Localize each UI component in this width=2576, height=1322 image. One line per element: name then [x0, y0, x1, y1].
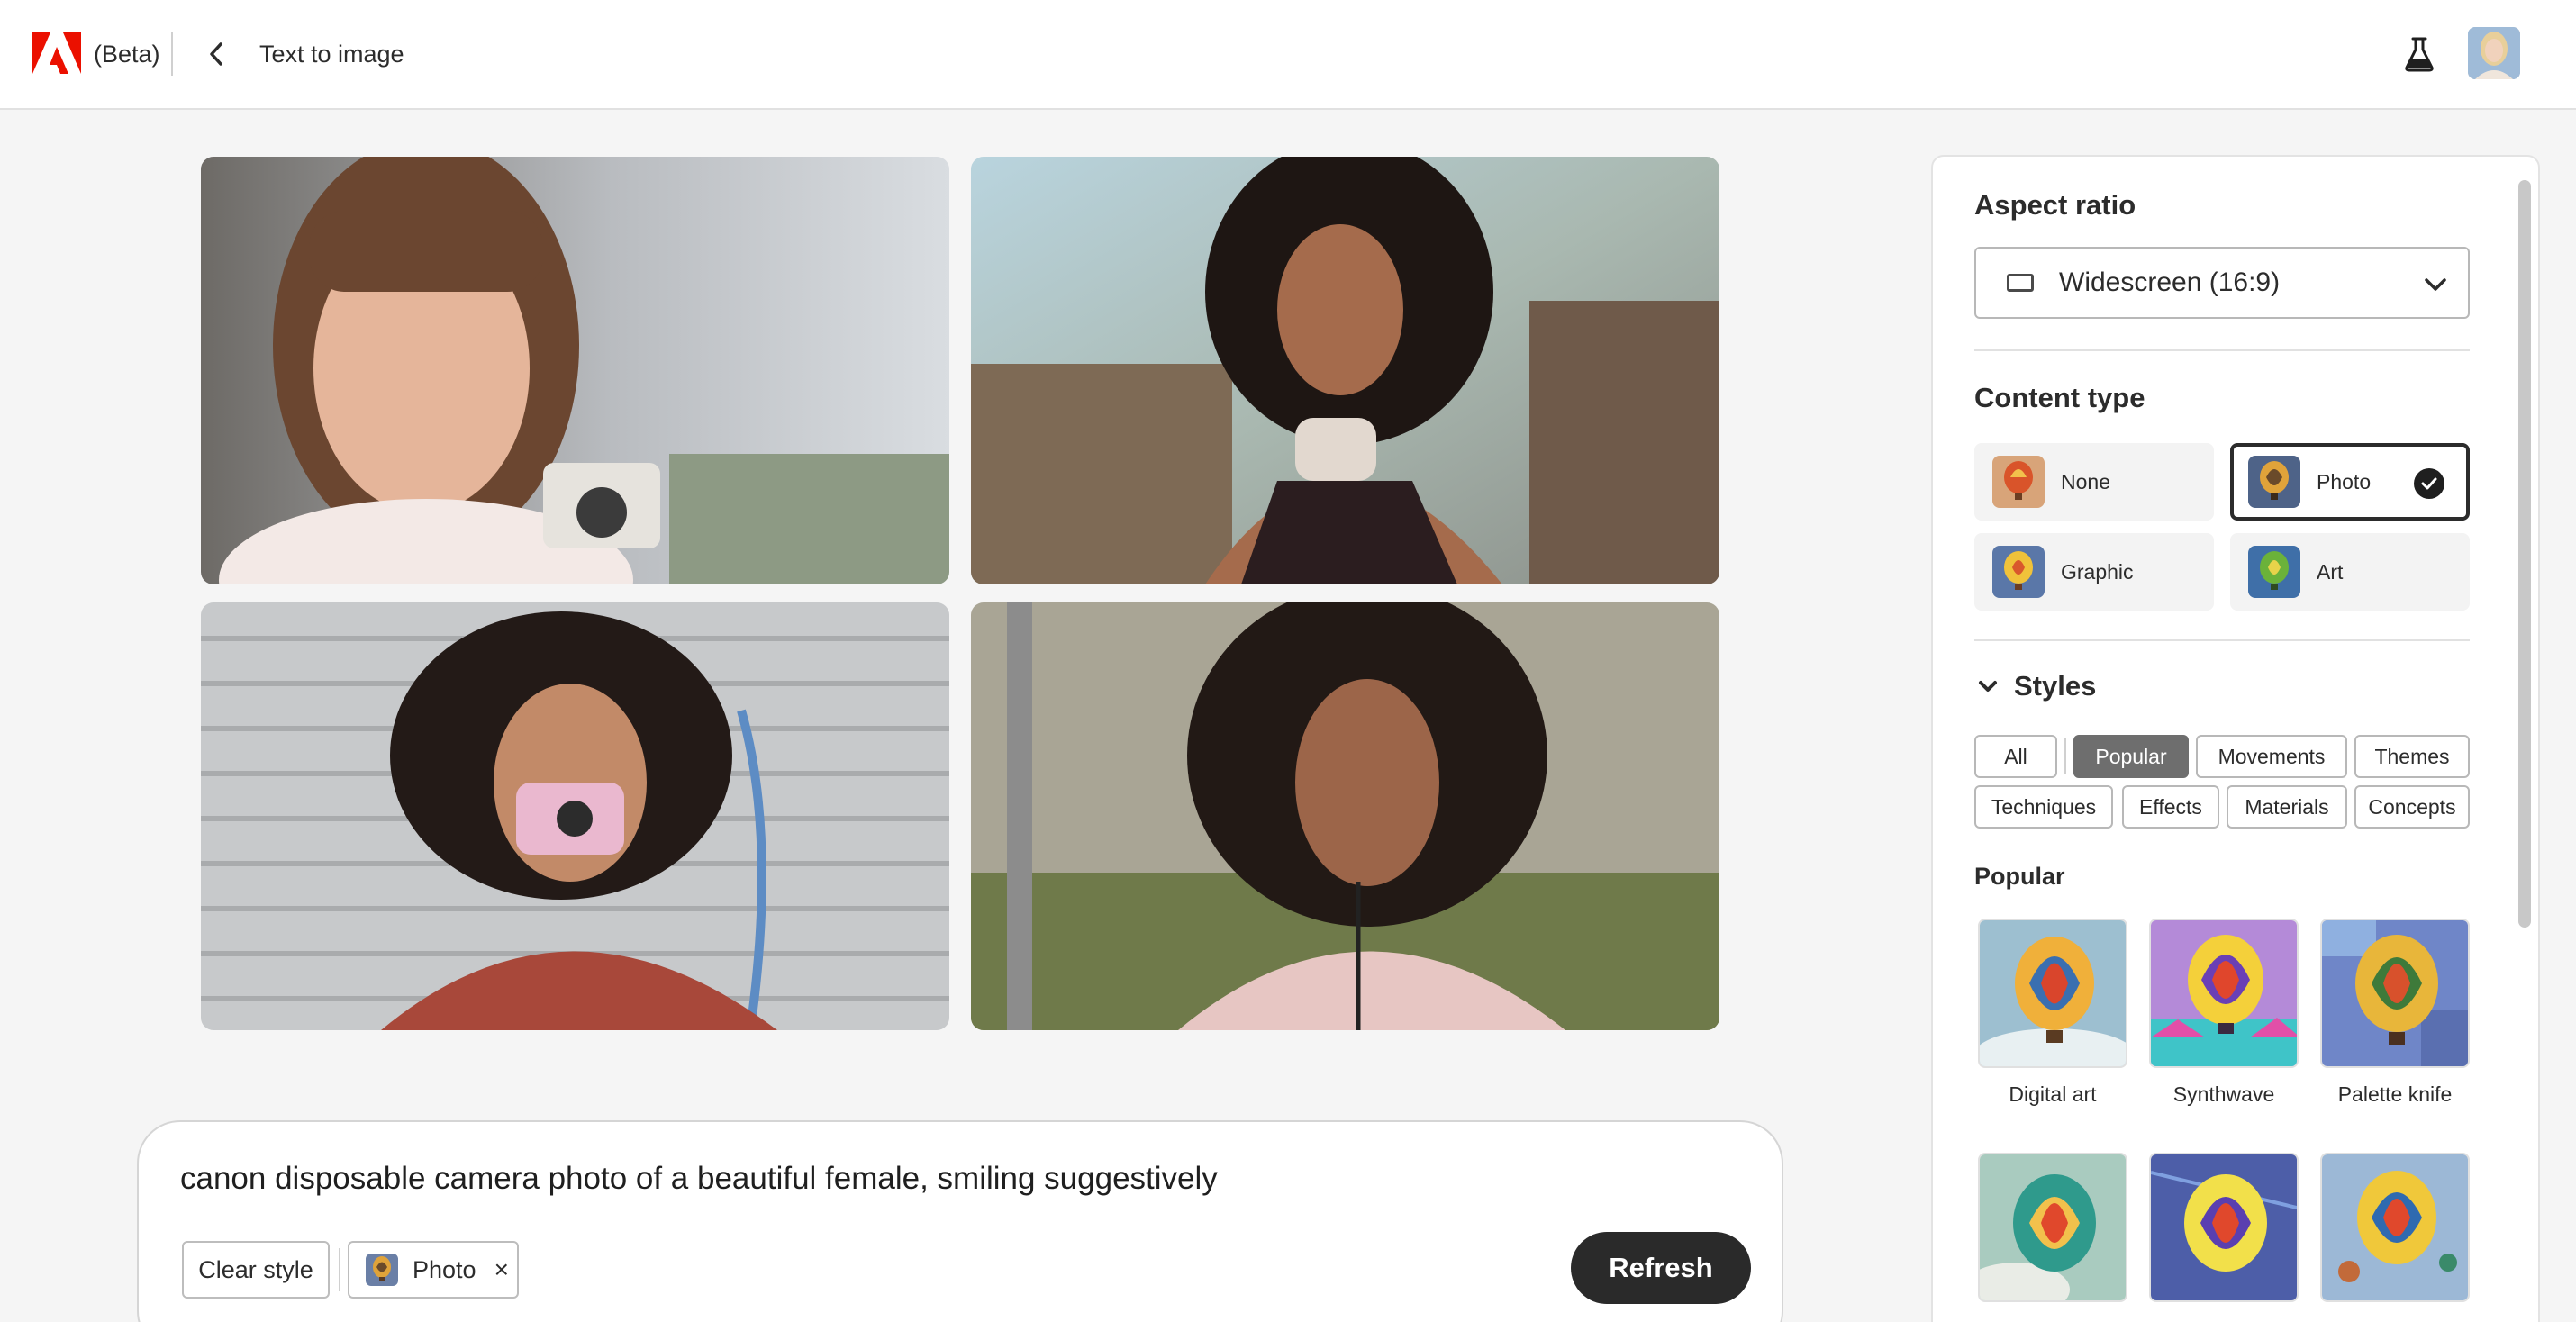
- back-button[interactable]: [200, 36, 232, 72]
- adobe-logo-icon[interactable]: [32, 32, 81, 74]
- style-label: Palette knife: [2337, 1082, 2453, 1106]
- popular-title: Popular: [1974, 863, 2065, 890]
- filter-popular[interactable]: Popular: [2073, 735, 2189, 778]
- content-type-label: Photo: [2317, 469, 2372, 493]
- generated-image-2[interactable]: [971, 157, 1719, 584]
- style-label: Digital art: [2009, 1082, 2097, 1106]
- filter-divider: [2064, 738, 2066, 774]
- generated-image-1[interactable]: [201, 157, 949, 584]
- chevron-down-icon: [2425, 278, 2446, 291]
- divider: [1974, 639, 2470, 641]
- aspect-ratio-dropdown[interactable]: Widescreen (16:9): [1974, 247, 2470, 319]
- user-avatar[interactable]: [2468, 27, 2520, 79]
- style-card-row2-1[interactable]: [1978, 1153, 2127, 1302]
- header-divider: [171, 32, 173, 76]
- content-type-label: Art: [2317, 559, 2344, 584]
- style-card-row2-3[interactable]: [2320, 1153, 2470, 1302]
- content-type-none[interactable]: None: [1974, 443, 2214, 521]
- beta-label: (Beta): [94, 41, 160, 68]
- style-card-row2-2[interactable]: [2149, 1153, 2299, 1302]
- style-thumbnail: [1978, 1153, 2127, 1302]
- content-type-art[interactable]: Art: [2230, 533, 2470, 611]
- aspect-ratio-title: Aspect ratio: [1974, 189, 2136, 221]
- content-type-graphic[interactable]: Graphic: [1974, 533, 2214, 611]
- filter-concepts[interactable]: Concepts: [2354, 785, 2470, 829]
- panel-scrollbar[interactable]: [2518, 180, 2531, 928]
- content-type-label: Graphic: [2061, 559, 2134, 584]
- labs-button[interactable]: [2399, 32, 2439, 76]
- style-thumbnail: [2320, 919, 2470, 1068]
- checkmark-icon: [2414, 468, 2444, 499]
- styles-title: Styles: [2014, 670, 2097, 702]
- generated-image-4[interactable]: [971, 602, 1719, 1030]
- settings-panel: Aspect ratio Widescreen (16:9) Content t…: [1931, 155, 2540, 1322]
- style-digital-art[interactable]: Digital art: [1978, 919, 2127, 1107]
- aspect-ratio-value: Widescreen (16:9): [2059, 267, 2281, 297]
- filter-movements[interactable]: Movements: [2196, 735, 2347, 778]
- balloon-thumbnail: [1992, 456, 2045, 508]
- filter-effects[interactable]: Effects: [2122, 785, 2219, 829]
- content-type-title: Content type: [1974, 382, 2145, 413]
- chip-divider: [339, 1248, 340, 1291]
- widescreen-ratio-icon: [2007, 274, 2034, 292]
- filter-techniques[interactable]: Techniques: [1974, 785, 2113, 829]
- filter-materials[interactable]: Materials: [2227, 785, 2347, 829]
- filter-themes[interactable]: Themes: [2354, 735, 2470, 778]
- refresh-button[interactable]: Refresh: [1571, 1232, 1751, 1304]
- style-thumbnail: [2149, 1153, 2299, 1302]
- balloon-thumbnail: [1992, 546, 2045, 598]
- filter-all[interactable]: All: [1974, 735, 2057, 778]
- style-label: Synthwave: [2172, 1082, 2275, 1106]
- style-thumbnail: [2149, 919, 2299, 1068]
- style-thumbnail: [2320, 1153, 2470, 1302]
- divider: [1974, 349, 2470, 351]
- applied-style-label: Photo: [413, 1255, 476, 1283]
- page-title: Text to image: [259, 41, 404, 68]
- prompt-box: canon disposable camera photo of a beaut…: [137, 1120, 1783, 1322]
- clear-style-button[interactable]: Clear style: [182, 1241, 330, 1299]
- prompt-input[interactable]: canon disposable camera photo of a beaut…: [180, 1158, 1218, 1200]
- chevron-down-icon: [1979, 681, 1997, 692]
- balloon-thumbnail: [2248, 546, 2300, 598]
- remove-style-icon[interactable]: ×: [494, 1255, 509, 1284]
- content-type-photo[interactable]: Photo: [2230, 443, 2470, 521]
- balloon-thumbnail: [2248, 456, 2300, 508]
- chevron-left-icon: [210, 42, 222, 66]
- photo-style-thumbnail: [366, 1254, 398, 1286]
- applied-style-chip[interactable]: Photo ×: [348, 1241, 519, 1299]
- style-synthwave[interactable]: Synthwave: [2149, 919, 2299, 1107]
- flask-icon: [2405, 37, 2434, 72]
- styles-section-toggle[interactable]: Styles: [1976, 670, 2096, 702]
- app-header: (Beta) Text to image: [0, 0, 2576, 110]
- content-type-label: None: [2061, 469, 2110, 493]
- style-thumbnail: [1978, 919, 2127, 1068]
- generated-image-3[interactable]: [201, 602, 949, 1030]
- style-palette-knife[interactable]: Palette knife: [2320, 919, 2470, 1107]
